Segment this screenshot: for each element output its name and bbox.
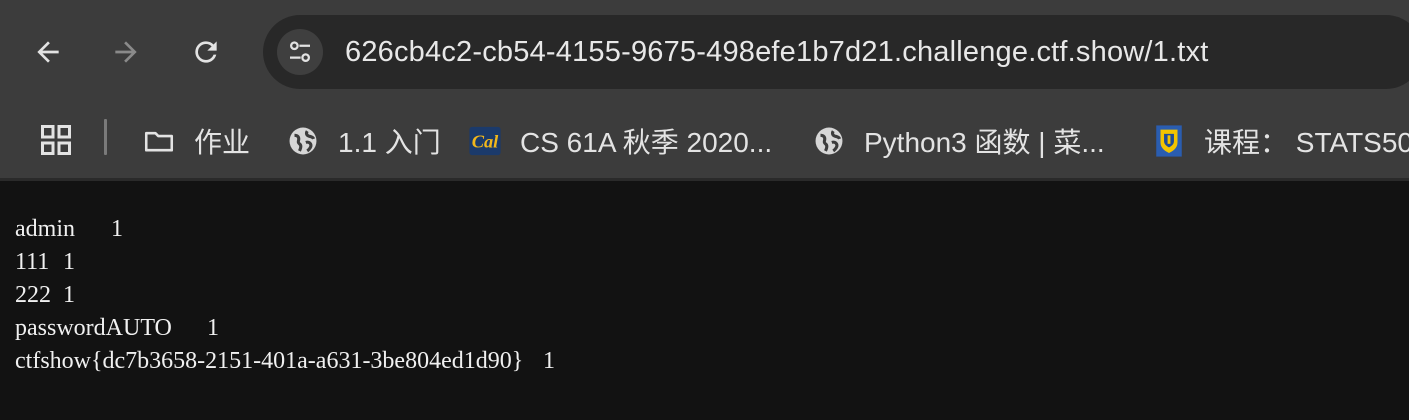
line-name: 111 bbox=[15, 249, 50, 275]
apps-button[interactable] bbox=[36, 120, 76, 160]
line-value: 1 bbox=[111, 216, 123, 242]
arrow-right-icon bbox=[115, 41, 137, 63]
bookmark-homework[interactable]: 作业 bbox=[142, 103, 250, 178]
line-name: passwordAUTO bbox=[15, 315, 172, 341]
forward-button[interactable] bbox=[104, 30, 148, 74]
reload-button[interactable] bbox=[184, 30, 228, 74]
crest-icon bbox=[1152, 124, 1186, 158]
url-text[interactable]: 626cb4c2-cb54-4155-9675-498efe1b7d21.cha… bbox=[345, 15, 1208, 89]
site-info-button[interactable] bbox=[277, 29, 323, 75]
line-value: 1 bbox=[207, 315, 219, 341]
tune-icon bbox=[290, 41, 310, 62]
line-name: admin bbox=[15, 216, 75, 242]
browser-toolbar: 626cb4c2-cb54-4155-9675-498efe1b7d21.cha… bbox=[0, 0, 1409, 103]
bookmark-label: 作业 bbox=[194, 126, 251, 158]
bookmark-intro[interactable]: 1.1 入门 bbox=[286, 103, 441, 178]
address-bar[interactable]: 626cb4c2-cb54-4155-9675-498efe1b7d21.cha… bbox=[263, 15, 1409, 89]
line-name: ctfshow{dc7b3658-2151-401a-a631-3be804ed… bbox=[15, 348, 524, 374]
bookmark-label: 1.1 入门 bbox=[338, 126, 441, 158]
bookmark-label: Python3 函数 | 菜... bbox=[864, 126, 1105, 158]
bookmark-label: CS 61A 秋季 2020... bbox=[520, 126, 773, 158]
cal-logo-icon: Cal bbox=[468, 124, 502, 158]
line-name: 222 bbox=[15, 282, 51, 308]
arrow-left-icon bbox=[37, 41, 59, 63]
bookmark-python[interactable]: Python3 函数 | 菜... bbox=[812, 103, 1105, 178]
line-value: 1 bbox=[63, 249, 75, 275]
bookmark-cs61a[interactable]: Cal CS 61A 秋季 2020... bbox=[468, 103, 772, 178]
line-value: 1 bbox=[543, 348, 555, 374]
line-value: 1 bbox=[63, 282, 75, 308]
bookmark-label: 课程： STATS508 bbox=[1204, 126, 1409, 158]
back-button[interactable] bbox=[26, 30, 70, 74]
folder-icon bbox=[142, 124, 176, 158]
reload-icon bbox=[195, 41, 217, 63]
apps-grid-icon bbox=[41, 125, 71, 155]
file-content: admin 1 111 1 222 1 passwordAUTO 1 ctfsh… bbox=[15, 213, 555, 378]
bookmarks-divider bbox=[104, 119, 107, 155]
bookmark-course[interactable]: 课程： STATS508 bbox=[1152, 103, 1409, 178]
globe-icon bbox=[812, 124, 846, 158]
bookmarks-bar: 作业 1.1 入门 Cal CS 61A 秋季 2020... Python3 … bbox=[0, 103, 1409, 178]
svg-text:Cal: Cal bbox=[472, 131, 499, 151]
globe-icon bbox=[286, 124, 320, 158]
page-content: admin 1 111 1 222 1 passwordAUTO 1 ctfsh… bbox=[0, 181, 1409, 420]
